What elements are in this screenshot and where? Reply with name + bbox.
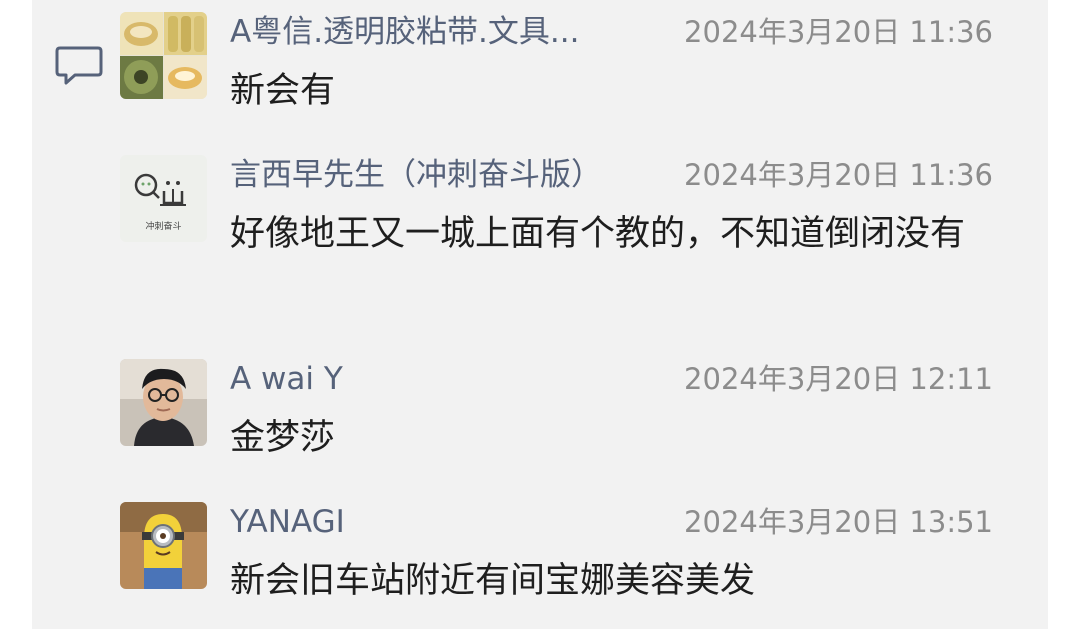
comment-text: 新会有 (230, 71, 336, 111)
comment-text: 金梦莎 (230, 418, 336, 458)
commenter-name[interactable]: A粤信.透明胶粘带.文具... (230, 12, 579, 52)
minion-avatar (120, 502, 207, 589)
avatar-caption: 冲刺奋斗 (145, 220, 181, 232)
avatar[interactable] (120, 502, 207, 589)
avatar[interactable] (120, 359, 207, 446)
comment-text: 好像地王又一城上面有个教的，不知道倒闭没有 (230, 214, 966, 254)
comment-timestamp: 2024年3月20日 13:51 (684, 505, 993, 539)
comment-timestamp: 2024年3月20日 11:36 (684, 15, 993, 49)
commenter-name[interactable]: A wai Y (230, 359, 343, 399)
comment-timestamp: 2024年3月20日 11:36 (684, 158, 993, 192)
cartoon-figure-avatar: 冲刺奋斗 (120, 155, 207, 242)
commenter-name[interactable]: 言西早先生（冲刺奋斗版） (230, 155, 602, 195)
comment-bubble-icon[interactable] (55, 45, 103, 87)
avatar[interactable] (120, 12, 207, 99)
tape-rolls-avatar (120, 12, 207, 99)
avatar[interactable]: 冲刺奋斗 (120, 155, 207, 242)
commenter-name[interactable]: YANAGI (230, 502, 345, 542)
comment-text: 新会旧车站附近有间宝娜美容美发 (230, 561, 756, 601)
person-photo-avatar (120, 359, 207, 446)
comment-timestamp: 2024年3月20日 12:11 (684, 362, 993, 396)
